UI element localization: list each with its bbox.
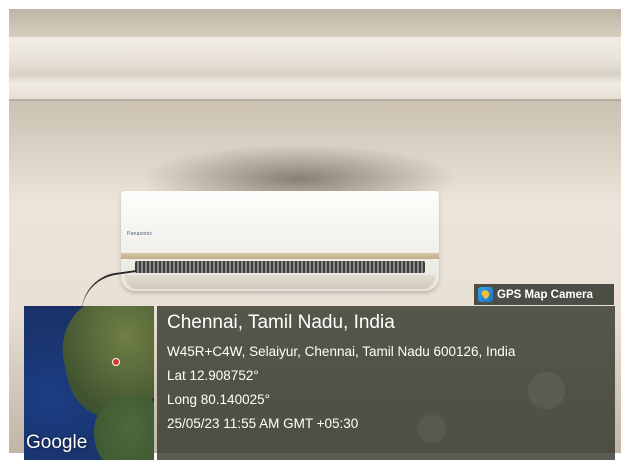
location-info-panel: Chennai, Tamil Nadu, India W45R+C4W, Sel…	[157, 306, 615, 460]
camera-tag-label: GPS Map Camera	[497, 288, 593, 301]
gps-camera-tag: GPS Map Camera	[474, 284, 614, 305]
ceiling	[9, 9, 621, 39]
photo-frame: Panasonic GPS Map Camera Google Chennai,…	[0, 0, 629, 462]
longitude-line: Long 80.140025°	[167, 392, 270, 407]
air-conditioner: Panasonic	[121, 191, 439, 291]
cornice-molding	[9, 37, 621, 101]
timestamp-line: 25/05/23 11:55 AM GMT +05:30	[167, 416, 359, 431]
map-thumbnail: Google	[24, 306, 154, 460]
ac-bottom-panel	[125, 275, 435, 289]
ac-brand-label: Panasonic	[127, 231, 153, 237]
location-pin-icon	[112, 358, 120, 366]
address-line: W45R+C4W, Selaiyur, Chennai, Tamil Nadu …	[167, 344, 516, 359]
latitude-line: Lat 12.908752°	[167, 368, 259, 383]
map-land-south	[94, 396, 154, 460]
ac-vent	[135, 261, 425, 273]
gps-map-camera-logo-icon	[478, 287, 493, 302]
ac-trim	[121, 253, 439, 259]
city-title: Chennai, Tamil Nadu, India	[167, 312, 395, 333]
google-attribution: Google	[26, 432, 88, 453]
